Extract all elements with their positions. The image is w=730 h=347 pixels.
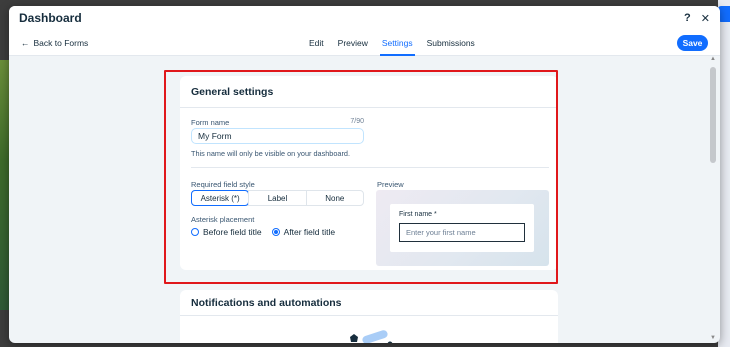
form-toolbar: ← Back to Forms Edit Preview Settings Su… bbox=[9, 30, 720, 56]
settings-content: General settings Form name 7/90 My Form … bbox=[9, 56, 720, 343]
back-to-forms-link[interactable]: ← Back to Forms bbox=[21, 38, 88, 48]
notifications-card: Notifications and automations bbox=[180, 290, 558, 343]
close-icon[interactable]: ✕ bbox=[701, 12, 710, 25]
help-icon[interactable]: ? bbox=[684, 12, 691, 25]
arrow-left-icon: ← bbox=[21, 37, 30, 48]
scroll-down-icon[interactable]: ▼ bbox=[710, 335, 716, 341]
selection-highlight-box bbox=[164, 70, 558, 284]
tab-edit[interactable]: Edit bbox=[307, 30, 326, 56]
modal-title: Dashboard bbox=[19, 11, 82, 25]
modal-titlebar: Dashboard ? ✕ bbox=[9, 6, 720, 30]
scrollbar-thumb[interactable] bbox=[710, 67, 716, 163]
save-button[interactable]: Save bbox=[677, 35, 708, 51]
decorative-illustration bbox=[350, 330, 393, 343]
notifications-title: Notifications and automations bbox=[191, 296, 342, 309]
tab-submissions[interactable]: Submissions bbox=[425, 30, 477, 56]
tab-settings[interactable]: Settings bbox=[379, 30, 415, 56]
back-label: Back to Forms bbox=[33, 37, 89, 48]
modal-actions: ? ✕ bbox=[684, 12, 710, 25]
form-nav-tabs: Edit Preview Settings Submissions bbox=[307, 30, 477, 56]
scroll-up-icon[interactable]: ▲ bbox=[710, 56, 716, 62]
dashboard-modal: Dashboard ? ✕ ← Back to Forms Edit Previ… bbox=[9, 6, 720, 343]
notifications-header: Notifications and automations bbox=[180, 290, 558, 316]
tab-preview[interactable]: Preview bbox=[336, 30, 370, 56]
content-scrollbar[interactable]: ▲ ▼ bbox=[710, 56, 716, 341]
